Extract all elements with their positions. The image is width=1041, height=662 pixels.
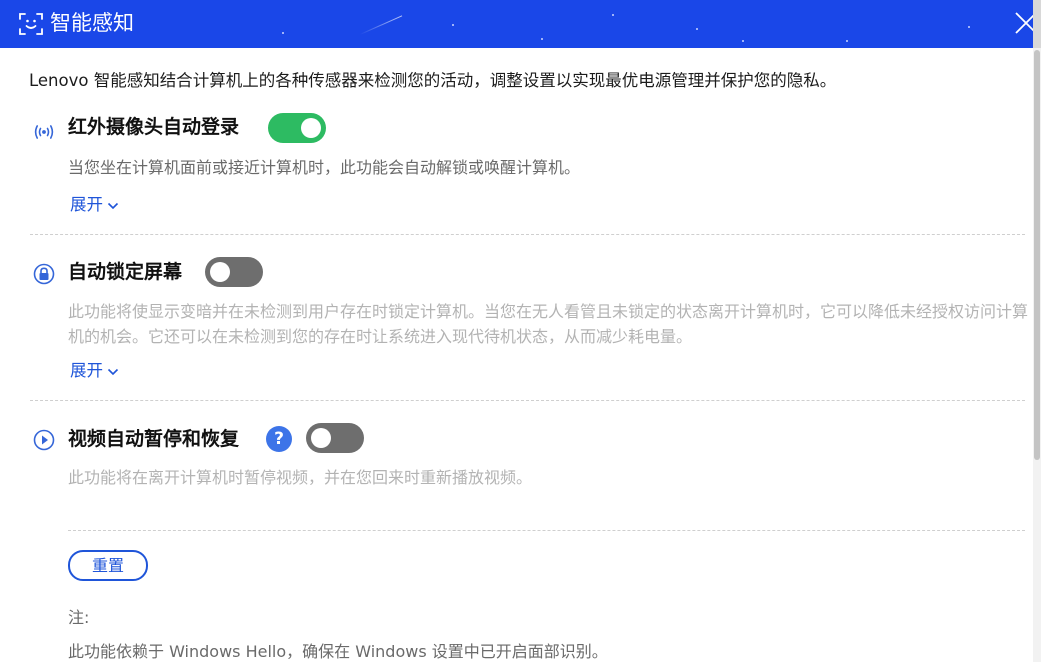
feature-desc-ir-login: 当您坐在计算机面前或接近计算机时，此功能会自动解锁或唤醒计算机。 — [68, 158, 581, 177]
toggle-video-pause[interactable] — [306, 423, 364, 453]
divider — [68, 530, 1025, 531]
play-circle-icon — [33, 429, 55, 451]
note-text: 此功能依赖于 Windows Hello，确保在 Windows 设置中已开启面… — [68, 642, 608, 661]
toggle-auto-lock[interactable] — [205, 257, 263, 287]
expand-link-ir-login[interactable]: 展开 — [70, 193, 119, 217]
note-label: 注: — [68, 608, 90, 627]
feature-title-auto-lock: 自动锁定屏幕 — [68, 261, 183, 283]
feature-title-video-pause: 视频自动暂停和恢复 — [68, 428, 240, 450]
infrared-signal-icon — [34, 125, 54, 139]
face-scan-icon — [19, 13, 43, 35]
toggle-ir-login[interactable] — [268, 113, 326, 143]
divider — [30, 400, 1025, 401]
feature-title-ir-login: 红外摄像头自动登录 — [68, 116, 240, 138]
feature-desc-video-pause: 此功能将在离开计算机时暂停视频，并在您回来时重新播放视频。 — [68, 468, 533, 487]
title-bar: 智能感知 — [0, 0, 1033, 48]
reset-button[interactable]: 重置 — [68, 550, 148, 581]
intro-text: Lenovo 智能感知结合计算机上的各种传感器来检测您的活动，调整设置以实现最优… — [29, 71, 837, 90]
expand-link-auto-lock[interactable]: 展开 — [70, 359, 119, 383]
chevron-down-icon — [107, 368, 119, 375]
scrollbar[interactable] — [1033, 48, 1041, 662]
expand-label: 展开 — [70, 361, 103, 380]
window-title: 智能感知 — [50, 11, 134, 35]
feature-desc-auto-lock: 此功能将使显示变暗并在未检测到用户存在时锁定计算机。当您在无人看管且未锁定的状态… — [68, 302, 1029, 346]
divider — [30, 234, 1025, 235]
help-icon[interactable]: ? — [266, 426, 292, 452]
close-icon[interactable] — [1012, 9, 1033, 37]
auto-lock-icon — [33, 263, 55, 285]
scrollbar-thumb[interactable] — [1034, 50, 1040, 460]
expand-label: 展开 — [70, 195, 103, 214]
chevron-down-icon — [107, 202, 119, 209]
smart-sense-dialog: 智能感知 Lenovo 智能感知结合计算机上的各种传感器来检测您的活动，调整设置… — [0, 0, 1033, 662]
